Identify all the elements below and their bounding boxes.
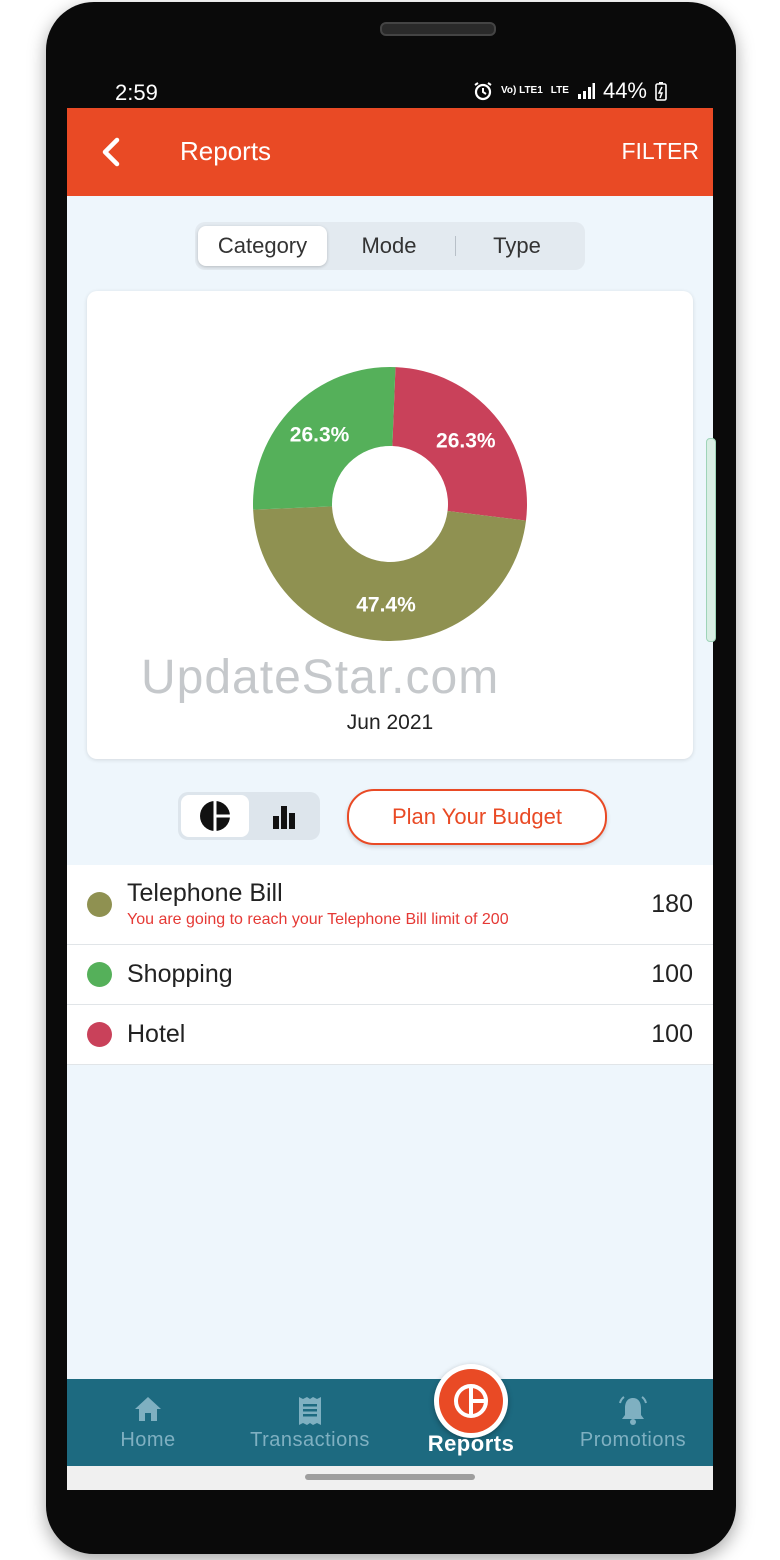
battery-icon [655, 82, 667, 101]
list-item-hotel[interactable]: Hotel 100 [67, 1005, 713, 1065]
app-screen: Reports FILTER Category Mode Type 26.3% 4… [67, 108, 713, 1490]
speaker-grille [380, 22, 496, 36]
bar-view-button[interactable] [250, 795, 318, 837]
signal-icon [577, 83, 595, 99]
nav-promotions[interactable]: Promotions [563, 1379, 703, 1466]
plan-budget-button[interactable]: Plan Your Budget [347, 789, 607, 845]
filter-button[interactable]: FILTER [621, 138, 699, 165]
nav-home-label: Home [120, 1429, 176, 1451]
chart-period: Jun 2021 [346, 711, 434, 734]
tab-divider [455, 236, 456, 256]
category-color-dot [87, 892, 112, 917]
tab-category[interactable]: Category [198, 226, 327, 266]
status-icons: Vo) LTE1 LTE 44% [473, 78, 667, 104]
pie-view-button[interactable] [181, 795, 249, 837]
pie-chart-icon [200, 801, 230, 831]
category-list: Telephone Bill You are going to reach yo… [67, 865, 713, 1065]
lte-label: LTE [550, 85, 569, 96]
category-name: Shopping [127, 960, 233, 988]
limit-warning: You are going to reach your Telephone Bi… [127, 911, 509, 928]
category-amount: 100 [651, 960, 693, 988]
network-label: Vo) LTE1 [500, 85, 543, 96]
slice-label: 26.3% [290, 424, 350, 447]
slice-label: 26.3% [436, 430, 496, 453]
category-name: Telephone Bill [127, 879, 283, 907]
nav-transactions[interactable]: Transactions [232, 1379, 388, 1466]
donut-chart[interactable]: 26.3% 47.4% 26.3% [87, 291, 693, 701]
list-item-shopping[interactable]: Shopping 100 [67, 945, 713, 1005]
nav-home[interactable]: Home [87, 1379, 209, 1466]
chart-card: 26.3% 47.4% 26.3% Jun 2021 [87, 291, 693, 759]
status-bar: 2:59 Vo) LTE1 LTE 44% [67, 72, 713, 108]
bar-chart-icon [273, 806, 295, 829]
category-amount: 100 [651, 1020, 693, 1048]
receipt-icon [299, 1397, 321, 1425]
category-color-dot [87, 1022, 112, 1047]
nav-transactions-label: Transactions [250, 1429, 370, 1451]
category-name: Hotel [127, 1020, 186, 1048]
page-title: Reports [180, 136, 272, 166]
home-indicator [305, 1474, 475, 1480]
app-bar: Reports FILTER [67, 108, 713, 196]
nav-promotions-label: Promotions [579, 1429, 687, 1451]
scroll-indicator [706, 438, 716, 642]
report-tabs: Category Mode Type [195, 222, 585, 270]
reports-pie-icon [454, 1384, 488, 1418]
nav-reports-label: Reports [427, 1431, 515, 1456]
gesture-bar [67, 1466, 713, 1490]
chart-type-toggle [178, 792, 320, 840]
category-color-dot [87, 962, 112, 987]
tab-type[interactable]: Type [457, 226, 577, 266]
slice-label: 47.4% [356, 593, 416, 616]
home-icon [135, 1397, 161, 1421]
list-item-telephone-bill[interactable]: Telephone Bill You are going to reach yo… [67, 865, 713, 945]
tab-mode[interactable]: Mode [329, 226, 449, 266]
category-amount: 180 [651, 890, 693, 918]
bell-icon [619, 1396, 647, 1425]
nav-reports[interactable] [434, 1364, 508, 1438]
pie-slice-telephone-bill[interactable] [253, 506, 526, 642]
status-time: 2:59 [115, 80, 158, 105]
back-arrow-icon[interactable] [97, 134, 127, 170]
battery-percent: 44% [602, 78, 647, 103]
alarm-icon [474, 82, 492, 101]
bottom-nav: Home Transactions Promotions [67, 1379, 713, 1466]
